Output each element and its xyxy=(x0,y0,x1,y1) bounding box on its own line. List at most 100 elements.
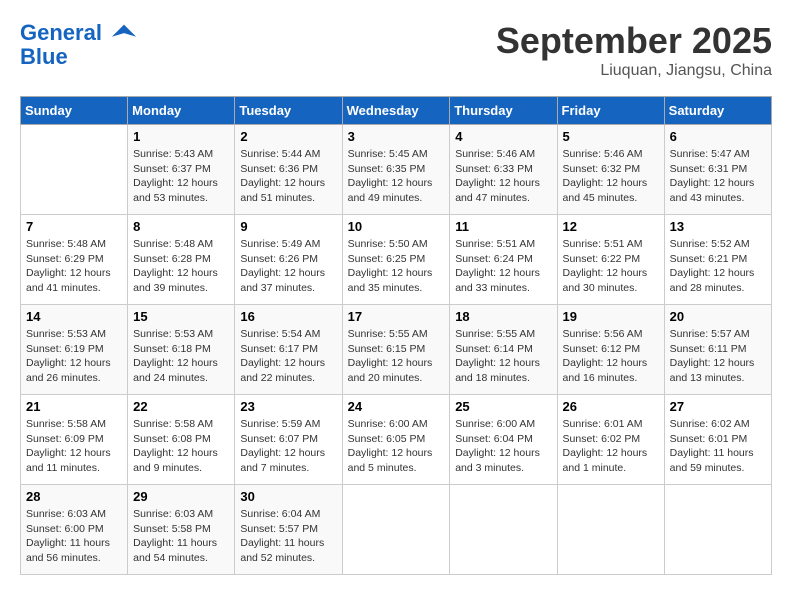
logo-bird-icon xyxy=(110,20,138,48)
day-info: Sunrise: 5:56 AM Sunset: 6:12 PM Dayligh… xyxy=(563,327,659,386)
day-cell: 17 Sunrise: 5:55 AM Sunset: 6:15 PM Dayli… xyxy=(342,305,450,395)
day-cell: 3 Sunrise: 5:45 AM Sunset: 6:35 PM Daylig… xyxy=(342,125,450,215)
day-number: 22 xyxy=(133,399,229,414)
col-header-friday: Friday xyxy=(557,97,664,125)
col-header-sunday: Sunday xyxy=(21,97,128,125)
day-number: 30 xyxy=(240,489,336,504)
day-cell: 1 Sunrise: 5:43 AM Sunset: 6:37 PM Daylig… xyxy=(128,125,235,215)
day-cell: 22 Sunrise: 5:58 AM Sunset: 6:08 PM Dayli… xyxy=(128,395,235,485)
day-info: Sunrise: 6:03 AM Sunset: 5:58 PM Dayligh… xyxy=(133,507,229,566)
logo: General Blue xyxy=(20,20,138,70)
col-header-monday: Monday xyxy=(128,97,235,125)
day-cell: 16 Sunrise: 5:54 AM Sunset: 6:17 PM Dayli… xyxy=(235,305,342,395)
day-cell xyxy=(21,125,128,215)
day-info: Sunrise: 5:55 AM Sunset: 6:15 PM Dayligh… xyxy=(348,327,445,386)
week-row-2: 14 Sunrise: 5:53 AM Sunset: 6:19 PM Dayli… xyxy=(21,305,772,395)
day-info: Sunrise: 5:53 AM Sunset: 6:19 PM Dayligh… xyxy=(26,327,122,386)
day-number: 15 xyxy=(133,309,229,324)
day-info: Sunrise: 5:48 AM Sunset: 6:29 PM Dayligh… xyxy=(26,237,122,296)
location-subtitle: Liuquan, Jiangsu, China xyxy=(496,62,772,80)
day-cell: 14 Sunrise: 5:53 AM Sunset: 6:19 PM Dayli… xyxy=(21,305,128,395)
day-cell: 8Sunrise: 5:48 AM Sunset: 6:28 PM Daylig… xyxy=(128,215,235,305)
day-cell: 13Sunrise: 5:52 AM Sunset: 6:21 PM Dayli… xyxy=(664,215,771,305)
day-number: 1 xyxy=(133,129,229,144)
day-cell: 21 Sunrise: 5:58 AM Sunset: 6:09 PM Dayli… xyxy=(21,395,128,485)
day-cell xyxy=(342,485,450,575)
day-info: Sunrise: 5:52 AM Sunset: 6:21 PM Dayligh… xyxy=(670,237,766,296)
day-info: Sunrise: 5:58 AM Sunset: 6:09 PM Dayligh… xyxy=(26,417,122,476)
day-info: Sunrise: 5:45 AM Sunset: 6:35 PM Dayligh… xyxy=(348,147,445,206)
day-cell: 18 Sunrise: 5:55 AM Sunset: 6:14 PM Dayli… xyxy=(450,305,557,395)
day-cell: 11 Sunrise: 5:51 AM Sunset: 6:24 PM Dayli… xyxy=(450,215,557,305)
day-cell: 7 Sunrise: 5:48 AM Sunset: 6:29 PM Daylig… xyxy=(21,215,128,305)
day-number: 7 xyxy=(26,219,122,234)
day-info: Sunrise: 5:54 AM Sunset: 6:17 PM Dayligh… xyxy=(240,327,336,386)
day-info: Sunrise: 6:00 AM Sunset: 6:04 PM Dayligh… xyxy=(455,417,551,476)
title-block: September 2025 Liuquan, Jiangsu, China xyxy=(496,20,772,80)
day-info: Sunrise: 5:47 AM Sunset: 6:31 PM Dayligh… xyxy=(670,147,766,206)
day-info: Sunrise: 5:55 AM Sunset: 6:14 PM Dayligh… xyxy=(455,327,551,386)
col-header-tuesday: Tuesday xyxy=(235,97,342,125)
day-info: Sunrise: 5:43 AM Sunset: 6:37 PM Dayligh… xyxy=(133,147,229,206)
day-info: Sunrise: 5:49 AM Sunset: 6:26 PM Dayligh… xyxy=(240,237,336,296)
day-number: 27 xyxy=(670,399,766,414)
day-info: Sunrise: 5:44 AM Sunset: 6:36 PM Dayligh… xyxy=(240,147,336,206)
day-cell: 4 Sunrise: 5:46 AM Sunset: 6:33 PM Daylig… xyxy=(450,125,557,215)
day-number: 9 xyxy=(240,219,336,234)
day-number: 3 xyxy=(348,129,445,144)
day-info: Sunrise: 6:01 AM Sunset: 6:02 PM Dayligh… xyxy=(563,417,659,476)
day-info: Sunrise: 6:00 AM Sunset: 6:05 PM Dayligh… xyxy=(348,417,445,476)
day-number: 5 xyxy=(563,129,659,144)
day-info: Sunrise: 5:46 AM Sunset: 6:33 PM Dayligh… xyxy=(455,147,551,206)
week-row-4: 28 Sunrise: 6:03 AM Sunset: 6:00 PM Dayli… xyxy=(21,485,772,575)
day-cell: 25 Sunrise: 6:00 AM Sunset: 6:04 PM Dayli… xyxy=(450,395,557,485)
day-cell xyxy=(450,485,557,575)
page-header: General Blue September 2025 Liuquan, Jia… xyxy=(20,20,772,80)
week-row-3: 21 Sunrise: 5:58 AM Sunset: 6:09 PM Dayli… xyxy=(21,395,772,485)
day-number: 23 xyxy=(240,399,336,414)
col-header-thursday: Thursday xyxy=(450,97,557,125)
day-cell xyxy=(664,485,771,575)
day-cell: 12Sunrise: 5:51 AM Sunset: 6:22 PM Dayli… xyxy=(557,215,664,305)
day-number: 25 xyxy=(455,399,551,414)
col-header-saturday: Saturday xyxy=(664,97,771,125)
day-info: Sunrise: 5:53 AM Sunset: 6:18 PM Dayligh… xyxy=(133,327,229,386)
day-number: 26 xyxy=(563,399,659,414)
day-number: 17 xyxy=(348,309,445,324)
day-number: 24 xyxy=(348,399,445,414)
day-cell: 5 Sunrise: 5:46 AM Sunset: 6:32 PM Daylig… xyxy=(557,125,664,215)
day-number: 19 xyxy=(563,309,659,324)
day-cell: 30 Sunrise: 6:04 AM Sunset: 5:57 PM Dayli… xyxy=(235,485,342,575)
day-info: Sunrise: 5:46 AM Sunset: 6:32 PM Dayligh… xyxy=(563,147,659,206)
day-info: Sunrise: 6:03 AM Sunset: 6:00 PM Dayligh… xyxy=(26,507,122,566)
day-number: 2 xyxy=(240,129,336,144)
day-info: Sunrise: 6:04 AM Sunset: 5:57 PM Dayligh… xyxy=(240,507,336,566)
day-cell: 19 Sunrise: 5:56 AM Sunset: 6:12 PM Dayli… xyxy=(557,305,664,395)
day-cell xyxy=(557,485,664,575)
calendar-table: SundayMondayTuesdayWednesdayThursdayFrid… xyxy=(20,96,772,575)
day-info: Sunrise: 5:48 AM Sunset: 6:28 PM Dayligh… xyxy=(133,237,229,296)
day-cell: 28 Sunrise: 6:03 AM Sunset: 6:00 PM Dayli… xyxy=(21,485,128,575)
day-number: 18 xyxy=(455,309,551,324)
day-number: 21 xyxy=(26,399,122,414)
day-cell: 24 Sunrise: 6:00 AM Sunset: 6:05 PM Dayli… xyxy=(342,395,450,485)
day-number: 16 xyxy=(240,309,336,324)
day-info: Sunrise: 5:58 AM Sunset: 6:08 PM Dayligh… xyxy=(133,417,229,476)
week-row-1: 7 Sunrise: 5:48 AM Sunset: 6:29 PM Daylig… xyxy=(21,215,772,305)
day-cell: 2 Sunrise: 5:44 AM Sunset: 6:36 PM Daylig… xyxy=(235,125,342,215)
day-cell: 23 Sunrise: 5:59 AM Sunset: 6:07 PM Dayli… xyxy=(235,395,342,485)
day-cell: 20 Sunrise: 5:57 AM Sunset: 6:11 PM Dayli… xyxy=(664,305,771,395)
day-info: Sunrise: 5:59 AM Sunset: 6:07 PM Dayligh… xyxy=(240,417,336,476)
day-info: Sunrise: 6:02 AM Sunset: 6:01 PM Dayligh… xyxy=(670,417,766,476)
day-number: 14 xyxy=(26,309,122,324)
day-number: 4 xyxy=(455,129,551,144)
day-number: 28 xyxy=(26,489,122,504)
day-number: 20 xyxy=(670,309,766,324)
day-info: Sunrise: 5:50 AM Sunset: 6:25 PM Dayligh… xyxy=(348,237,445,296)
day-info: Sunrise: 5:51 AM Sunset: 6:24 PM Dayligh… xyxy=(455,237,551,296)
day-info: Sunrise: 5:57 AM Sunset: 6:11 PM Dayligh… xyxy=(670,327,766,386)
day-cell: 26 Sunrise: 6:01 AM Sunset: 6:02 PM Dayli… xyxy=(557,395,664,485)
day-number: 11 xyxy=(455,219,551,234)
calendar-header-row: SundayMondayTuesdayWednesdayThursdayFrid… xyxy=(21,97,772,125)
month-title: September 2025 xyxy=(496,20,772,62)
